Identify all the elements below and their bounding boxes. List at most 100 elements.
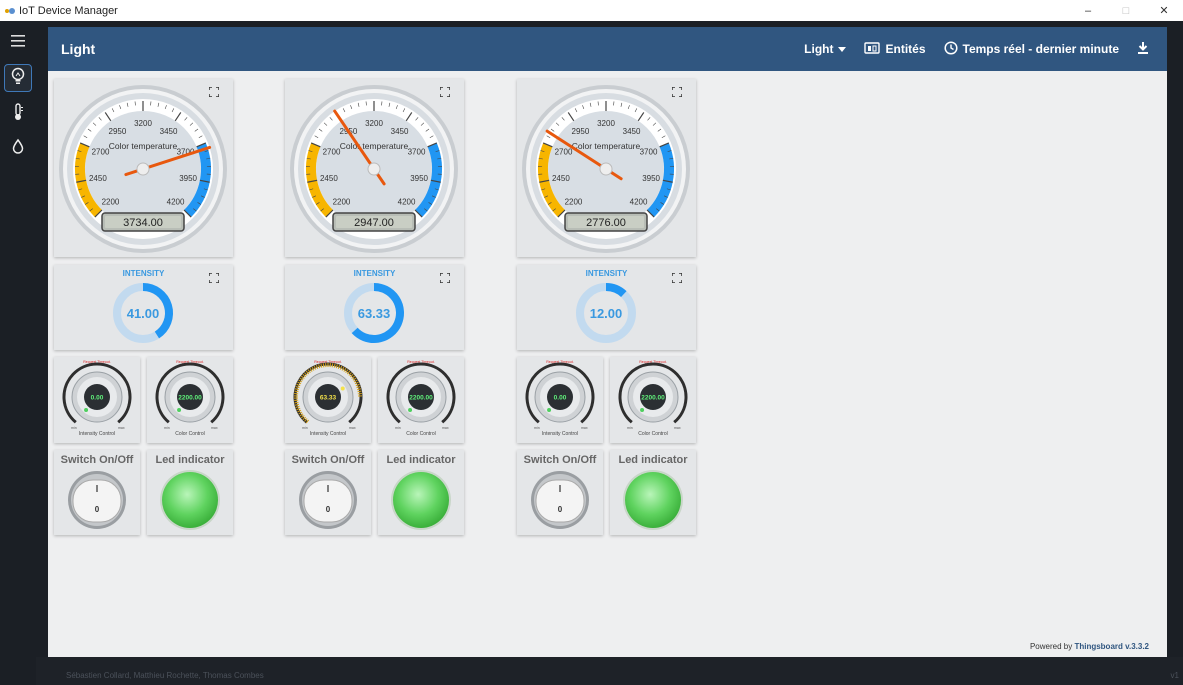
export-button[interactable] (1137, 41, 1149, 58)
intensity-arc (605, 283, 627, 298)
gauge-tick-label: 3200 (597, 119, 615, 128)
color-knob[interactable]: Request Timeout. 2200.00 min max Color Contr… (378, 357, 464, 443)
knob-value: 0.00 (554, 395, 567, 402)
sidebar (0, 21, 36, 664)
switch-value: 0 (326, 505, 331, 514)
gauge-tick-label: 3450 (391, 127, 409, 136)
gauge-tick-label: 2700 (555, 147, 573, 156)
intensity-knob[interactable]: Request Timeout. 63.33 min max Intensity Con… (285, 357, 371, 443)
gauge-tick-label: 2200 (102, 198, 120, 207)
gauge-tick-label: 3700 (408, 147, 426, 156)
fullscreen-icon[interactable] (209, 87, 219, 97)
intensity-value: 41.00 (127, 306, 160, 321)
gauge-title: Color temperature (109, 141, 178, 151)
gauge-title: Color temperature (572, 141, 641, 151)
knob-min-label: min (534, 426, 540, 430)
dashboard-toolbar: Light Light Entités Temps réel - dernier… (48, 27, 1167, 71)
gauge-readout: 2947.00 (354, 217, 394, 229)
switch-widget: Switch On/Off 0 (54, 450, 140, 535)
switch-value: 0 (558, 505, 563, 514)
knob-max-label: max (118, 426, 125, 430)
led-widget: Led indicator (378, 450, 464, 535)
knob-max-label: max (581, 426, 588, 430)
gauge-tick-label: 2700 (92, 147, 110, 156)
gauge-tick-label: 3450 (160, 127, 178, 136)
app-icon (4, 6, 16, 16)
maximize-button[interactable]: □ (1107, 0, 1145, 21)
fullscreen-icon[interactable] (440, 87, 450, 97)
fullscreen-icon[interactable] (672, 87, 682, 97)
intensity-title: INTENSITY (353, 269, 396, 278)
entities-icon (864, 41, 881, 57)
gauge-tick-label: 2200 (565, 198, 583, 207)
gauge-tick-label: 4200 (167, 198, 185, 207)
intensity-value: 63.33 (358, 306, 391, 321)
gauge-tick-label: 3950 (179, 174, 197, 183)
gauge-tick-label: 2450 (320, 174, 338, 183)
gauge-tick-label: 2950 (109, 127, 127, 136)
knob-label: Color Control (406, 431, 435, 437)
gauge-tick-label: 4200 (630, 198, 648, 207)
color-knob[interactable]: Request Timeout. 2200.00 min max Color Contr… (147, 357, 233, 443)
intensity-knob[interactable]: Request Timeout. 0.00 min max Intensity Cont… (54, 357, 140, 443)
knob-value: 0.00 (91, 395, 104, 402)
minimize-button[interactable]: – (1069, 0, 1107, 21)
gauge-tick-label: 2450 (552, 174, 570, 183)
knob-value: 2200.00 (409, 395, 433, 402)
timewindow-button[interactable]: Temps réel - dernier minute (943, 40, 1120, 58)
gauge-readout: 3734.00 (123, 217, 163, 229)
sidebar-item-humidity[interactable] (4, 134, 32, 162)
entities-label: Entités (885, 42, 926, 56)
knob-min-label: min (302, 426, 308, 430)
sidebar-item-temperature[interactable] (4, 100, 32, 128)
close-button[interactable]: ✕ (1145, 0, 1183, 21)
timewindow-label: Temps réel - dernier minute (962, 42, 1120, 56)
version-text: v1 (1170, 671, 1179, 680)
knob-label: Intensity Control (542, 431, 578, 437)
state-selector[interactable]: Light (804, 42, 847, 56)
powered-by-prefix: Powered by (1029, 642, 1073, 651)
gauge-tick-label: 2200 (333, 198, 351, 207)
menu-icon[interactable] (4, 27, 32, 55)
led-title: Led indicator (618, 454, 688, 466)
color-knob[interactable]: Request Timeout. 2200.00 min max Color Contr… (610, 357, 696, 443)
gauge-title: Color temperature (340, 141, 409, 151)
lightbulb-icon (10, 67, 26, 90)
led-title: Led indicator (155, 454, 225, 466)
window-title: IoT Device Manager (19, 4, 118, 17)
gauge-tick-label: 3950 (642, 174, 660, 183)
page-title: Light (61, 41, 96, 57)
powered-by: Powered by Thingsboard v.3.3.2 (1030, 642, 1149, 651)
knob-value: 63.33 (320, 395, 337, 402)
gauge-tick-label: 3700 (640, 147, 658, 156)
caret-down-icon (838, 42, 847, 56)
switch-value: 0 (95, 505, 100, 514)
knob-max-label: max (674, 426, 681, 430)
led-widget: Led indicator (147, 450, 233, 535)
intensity-title: INTENSITY (122, 269, 165, 278)
knob-min-label: min (164, 426, 170, 430)
led-widget: Led indicator (610, 450, 696, 535)
thingsboard-link[interactable]: Thingsboard v.3.3.2 (1074, 642, 1149, 651)
knob-label: Color Control (175, 431, 204, 437)
color-temperature-gauge: 220024502700295032003450370039504200Colo… (285, 79, 464, 257)
color-temperature-gauge: 220024502700295032003450370039504200Colo… (517, 79, 696, 257)
water-drop-icon (12, 138, 24, 159)
intensity-value: 12.00 (590, 306, 623, 321)
entities-button[interactable]: Entités (864, 41, 926, 57)
gauge-tick-label: 2950 (572, 127, 590, 136)
gauge-tick-label: 2450 (89, 174, 107, 183)
intensity-knob[interactable]: Request Timeout. 0.00 min max Intensity Cont… (517, 357, 603, 443)
sidebar-item-light[interactable] (4, 64, 32, 92)
knob-min-label: min (395, 426, 401, 430)
switch-title: Switch On/Off (291, 454, 365, 466)
switch-title: Switch On/Off (523, 454, 597, 466)
switch-title: Switch On/Off (60, 454, 134, 466)
thermometer-icon (12, 102, 24, 126)
intensity-donut: INTENSITY 63.33 (285, 265, 464, 350)
color-temperature-gauge: 220024502700295032003450370039504200Colo… (54, 79, 233, 257)
authors-text: Sébastien Collard, Matthieu Rochette, Th… (66, 671, 264, 680)
dashboard: Light Light Entités Temps réel - dernier… (48, 27, 1167, 657)
knob-min-label: min (71, 426, 77, 430)
gauge-tick-label: 3200 (134, 119, 152, 128)
